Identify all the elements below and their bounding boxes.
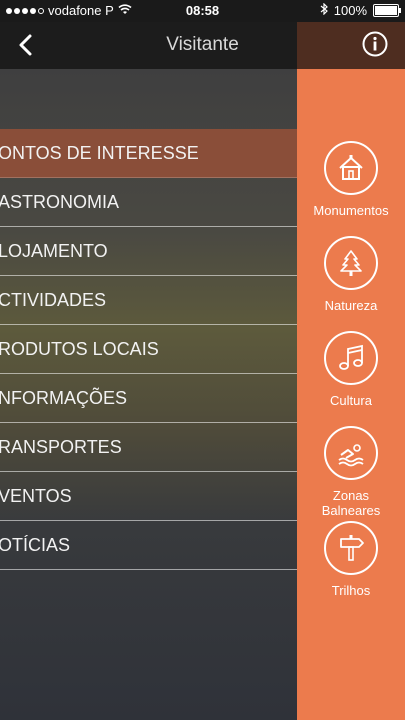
category-label: Trilhos	[331, 583, 371, 598]
swimmer-icon	[324, 426, 378, 480]
category-zonas-balneares[interactable]: Zonas Balneares	[297, 426, 405, 518]
menu-item-label: CTIVIDADES	[0, 290, 107, 310]
category-natureza[interactable]: Natureza	[297, 236, 405, 313]
menu-item-actividades[interactable]: CTIVIDADES	[0, 276, 297, 325]
bluetooth-icon	[320, 2, 328, 18]
menu-item-informacoes[interactable]: NFORMAÇÕES	[0, 374, 297, 423]
menu-item-label: ONTOS DE INTERESSE	[0, 143, 199, 163]
back-button[interactable]	[12, 30, 40, 60]
menu-list: ONTOS DE INTERESSE ASTRONOMIA LOJAMENTO …	[0, 129, 297, 570]
category-label: Monumentos	[313, 203, 389, 218]
category-label: Cultura	[330, 393, 372, 408]
category-cultura[interactable]: Cultura	[297, 331, 405, 408]
info-button[interactable]	[362, 31, 388, 57]
chevron-left-icon	[19, 34, 32, 56]
app-header: Visitante	[0, 22, 405, 69]
menu-item-produtos-locais[interactable]: RODUTOS LOCAIS	[0, 325, 297, 374]
menu-item-pontos-de-interesse[interactable]: ONTOS DE INTERESSE	[0, 129, 297, 178]
menu-item-eventos[interactable]: VENTOS	[0, 472, 297, 521]
info-circle-icon	[362, 31, 388, 57]
status-bar: vodafone P 08:58 100%	[0, 0, 405, 22]
menu-item-label: VENTOS	[0, 486, 72, 506]
category-sidebar: Monumentos Natureza Cultura Zonas Balnea…	[297, 69, 405, 720]
house-icon	[324, 141, 378, 195]
menu-item-gastronomia[interactable]: ASTRONOMIA	[0, 178, 297, 227]
menu-item-label: RODUTOS LOCAIS	[0, 339, 159, 359]
menu-item-label: LOJAMENTO	[0, 241, 108, 261]
pine-tree-icon	[324, 236, 378, 290]
status-right: 100%	[320, 2, 401, 18]
menu-item-transportes[interactable]: RANSPORTES	[0, 423, 297, 472]
music-note-icon	[324, 331, 378, 385]
category-trilhos[interactable]: Trilhos	[297, 521, 405, 598]
main-menu-panel: ONTOS DE INTERESSE ASTRONOMIA LOJAMENTO …	[0, 69, 297, 720]
signpost-icon	[324, 521, 378, 575]
category-monumentos[interactable]: Monumentos	[297, 141, 405, 218]
category-label: Natureza	[324, 298, 378, 313]
menu-item-label: RANSPORTES	[0, 437, 122, 457]
battery-percent: 100%	[333, 3, 367, 18]
header-accent	[297, 22, 405, 69]
menu-item-noticias[interactable]: OTÍCIAS	[0, 521, 297, 570]
battery-icon	[373, 4, 401, 17]
menu-item-alojamento[interactable]: LOJAMENTO	[0, 227, 297, 276]
menu-item-label: OTÍCIAS	[0, 535, 71, 555]
menu-item-label: ASTRONOMIA	[0, 192, 120, 212]
category-label: Zonas Balneares	[321, 488, 381, 518]
menu-item-label: NFORMAÇÕES	[0, 388, 128, 408]
page-title: Visitante	[166, 34, 239, 55]
